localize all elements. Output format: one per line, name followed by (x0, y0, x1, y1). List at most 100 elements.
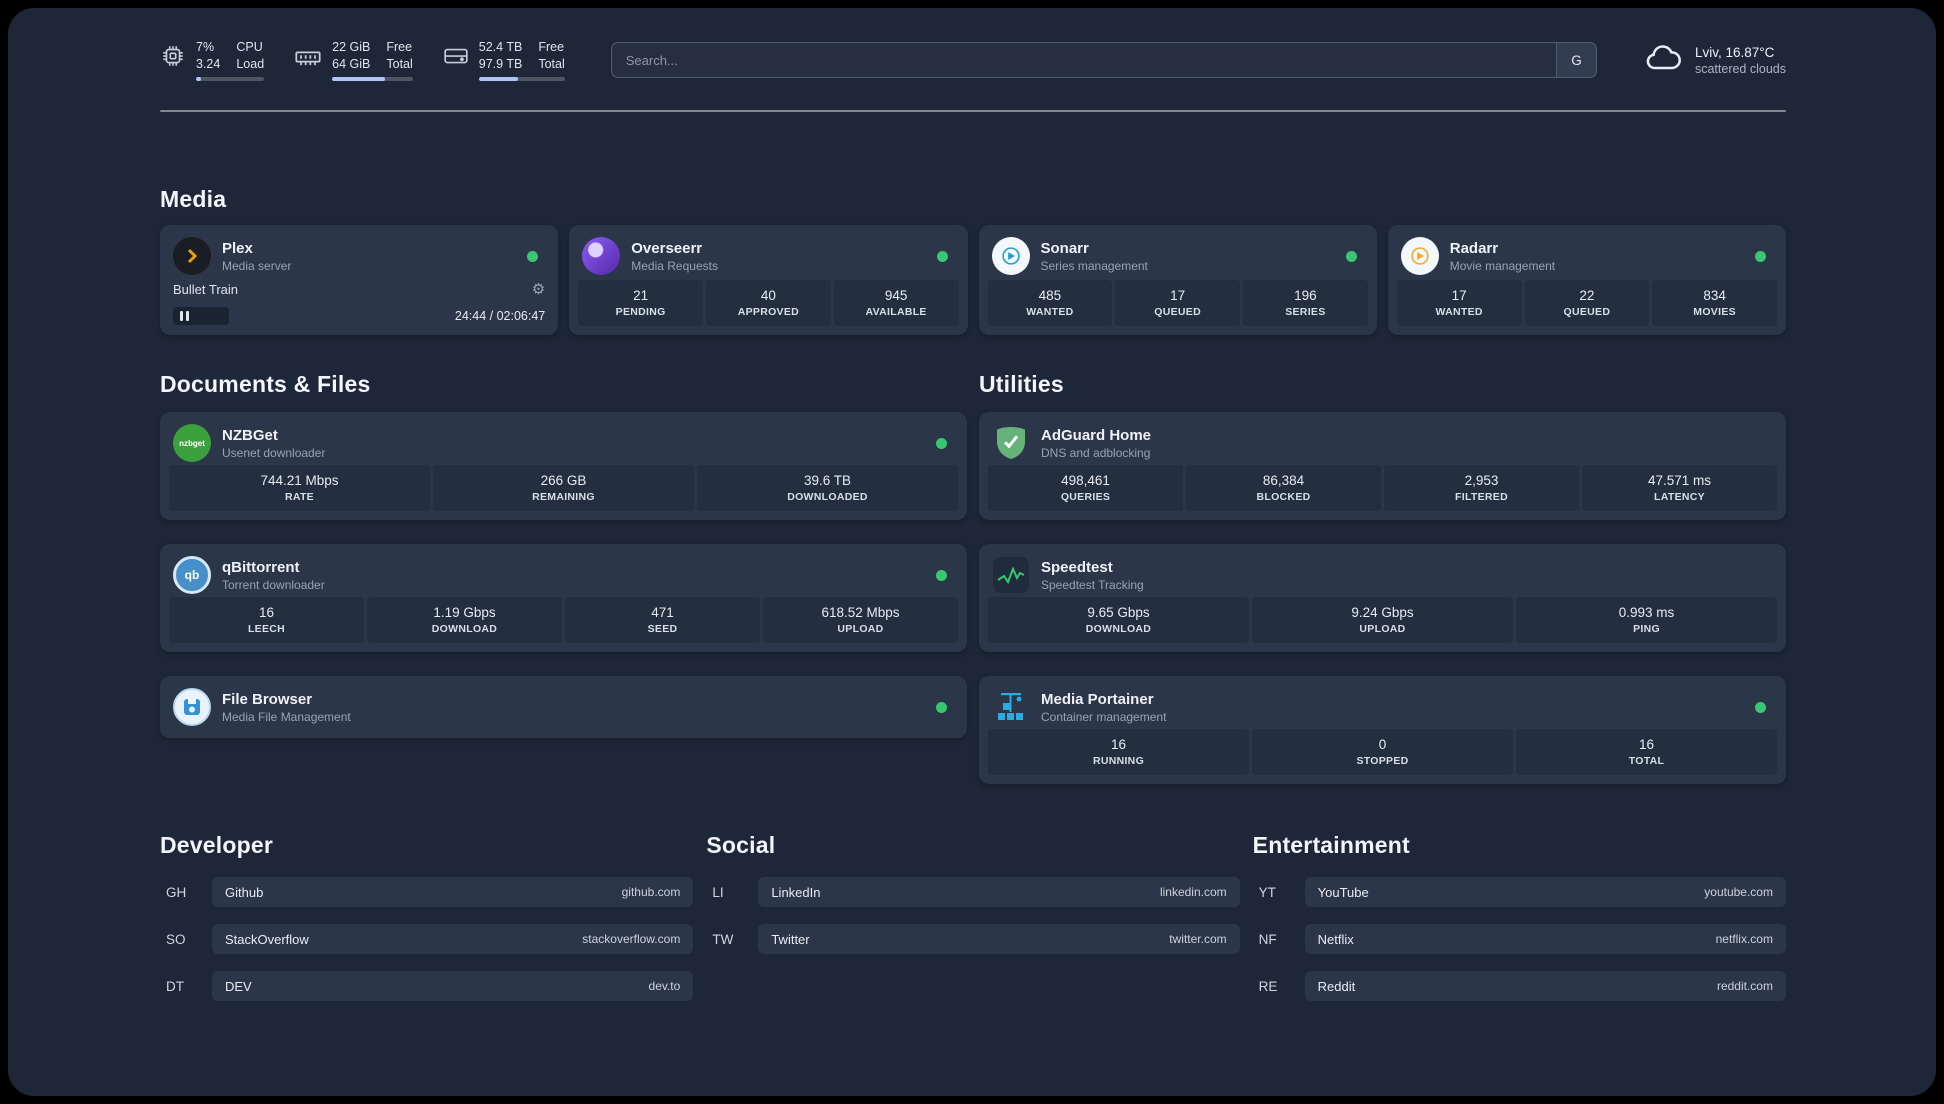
stat-label: UPLOAD (837, 623, 884, 635)
ram-metric: 22 GiB Free 64 GiB Total (332, 39, 413, 82)
bookmark-url: netflix.com (1715, 932, 1773, 946)
stat-box-queries: 498,461 QUERIES (988, 465, 1183, 511)
bookmark-abbr: TW (712, 931, 734, 947)
service-card-nzbget[interactable]: nzbget NZBGet Usenet downloader 744.21 M… (160, 412, 967, 520)
stat-value: 17 (1170, 288, 1186, 303)
stat-label: RUNNING (1092, 755, 1145, 767)
documents-column: Documents & Files nzbget NZBGet Usenet d… (160, 335, 967, 784)
stat-box-blocked: 86,384 BLOCKED (1186, 465, 1381, 511)
bookmark-twitter[interactable]: TW Twitter twitter.com (706, 924, 1240, 954)
service-card-speedtest[interactable]: Speedtest Speedtest Tracking 9.65 Gbps D… (979, 544, 1786, 652)
service-subtitle: Media File Management (222, 709, 351, 724)
search-bar: G (610, 42, 1597, 78)
stat-value: 16 (1638, 737, 1655, 752)
bookmark-url: youtube.com (1704, 885, 1773, 899)
service-card-sonarr[interactable]: Sonarr Series management 485 WANTED 17 Q… (978, 225, 1377, 335)
stat-label: APPROVED (737, 306, 800, 318)
stat-box-downloaded: 39.6 TB DOWNLOADED (697, 465, 958, 511)
stat-label: SEED (647, 623, 678, 635)
stat-value: 945 (884, 288, 908, 303)
bookmark-url: dev.to (648, 979, 681, 993)
stat-label: MOVIES (1693, 306, 1736, 318)
stat-label: QUEUED (1563, 306, 1611, 318)
service-subtitle: Torrent downloader (222, 577, 325, 592)
disk-metric: 52.4 TB Free 97.9 TB Total (478, 39, 565, 82)
bookmark-dev[interactable]: DT DEV dev.to (160, 971, 694, 1001)
stat-value: 9.24 Gbps (1351, 605, 1414, 620)
search-engine-button[interactable]: G (1555, 43, 1596, 77)
bookmarks-grid: Developer GH Github github.com SO StackO… (160, 832, 1786, 1018)
section-title-media: Media (160, 186, 227, 212)
bookmark-url: linkedin.com (1159, 885, 1227, 899)
stat-value: 86,384 (1262, 473, 1305, 488)
disk-free-value: 52.4 TB (478, 39, 523, 54)
disk-widget: 52.4 TB Free 97.9 TB Total (443, 39, 565, 82)
service-card-filebrowser[interactable]: File Browser Media File Management (160, 676, 967, 738)
stats-row: 17 WANTED 22 QUEUED 834 MOVIES (1396, 280, 1777, 326)
bookmark-name: YouTube (1317, 884, 1369, 900)
bookmark-name: StackOverflow (225, 931, 309, 947)
service-card-plex[interactable]: Plex Media server Bullet Train ⚙ 24:44 /… (160, 225, 559, 335)
stat-box-remaining: 266 GB REMAINING (433, 465, 694, 511)
service-card-qbittorrent[interactable]: qb qBittorrent Torrent downloader 16 LEE… (160, 544, 967, 652)
status-dot (527, 250, 539, 262)
plex-icon (173, 237, 211, 275)
status-dot (936, 437, 947, 449)
utilities-column: Utilities AdGuard Home DNS and adblockin… (979, 335, 1786, 784)
bookmark-abbr: SO (166, 931, 186, 947)
weather-widget[interactable]: Lviv, 16.87°C scattered clouds (1643, 38, 1786, 83)
stats-row: 16 RUNNING 0 STOPPED 16 TOTAL (988, 729, 1777, 775)
bookmark-abbr: LI (712, 884, 724, 900)
top-bar: 7% CPU 3.24 Load 22 GiB Free 64 GiB Tota… (160, 38, 1786, 82)
bookmark-url: twitter.com (1169, 932, 1227, 946)
stat-value: 17 (1451, 288, 1467, 303)
bookmark-github[interactable]: GH Github github.com (160, 877, 694, 907)
stat-value: 0.993 ms (1618, 605, 1675, 620)
service-name: File Browser (222, 690, 313, 708)
stat-value: 834 (1703, 288, 1726, 303)
service-card-overseerr[interactable]: Overseerr Media Requests 21 PENDING 40 A… (569, 225, 968, 335)
bookmark-youtube[interactable]: YT YouTube youtube.com (1253, 877, 1786, 907)
bookmark-stackoverflow[interactable]: SO StackOverflow stackoverflow.com (160, 924, 694, 954)
bookmark-netflix[interactable]: NF Netflix netflix.com (1253, 924, 1786, 954)
media-grid: Plex Media server Bullet Train ⚙ 24:44 /… (160, 225, 1786, 335)
service-name: Sonarr (1040, 239, 1089, 257)
stats-row: 744.21 Mbps RATE 266 GB REMAINING 39.6 T… (169, 465, 958, 511)
qbittorrent-icon-text: qb (184, 568, 200, 582)
bookmarks-developer: Developer GH Github github.com SO StackO… (160, 832, 694, 1018)
bookmark-name: Github (225, 884, 264, 900)
stat-label: LATENCY (1654, 491, 1705, 503)
status-dot (1755, 250, 1766, 262)
stat-box-running: 16 RUNNING (988, 729, 1249, 775)
service-subtitle: Media Requests (631, 258, 718, 273)
search-input[interactable] (610, 42, 1597, 78)
stat-box-available: 945 AVAILABLE (833, 280, 959, 326)
disk-icon (443, 43, 469, 74)
middle-grid: Documents & Files nzbget NZBGet Usenet d… (160, 335, 1786, 784)
service-card-radarr[interactable]: Radarr Movie management 17 WANTED 22 QUE… (1387, 225, 1786, 335)
service-card-adguard[interactable]: AdGuard Home DNS and adblocking 498,461 … (979, 412, 1786, 520)
service-subtitle: Movie management (1449, 258, 1556, 273)
stat-box-series: 196 SERIES (1243, 280, 1368, 326)
stat-value: 196 (1294, 288, 1317, 303)
bookmark-linkedin[interactable]: LI LinkedIn linkedin.com (706, 877, 1240, 907)
bookmark-abbr: RE (1258, 978, 1278, 994)
service-card-portainer[interactable]: Media Portainer Container management 16 … (979, 676, 1786, 784)
stat-box-queued: 22 QUEUED (1524, 280, 1650, 326)
pause-button[interactable] (173, 307, 229, 325)
plex-now-playing: Bullet Train ⚙ 24:44 / 02:06:47 (169, 278, 549, 326)
cpu-widget: 7% CPU 3.24 Load (160, 39, 265, 82)
stat-box-filtered: 2,953 FILTERED (1384, 465, 1579, 511)
bookmark-abbr: DT (166, 978, 184, 994)
stat-value: 2,953 (1464, 473, 1499, 488)
status-dot (936, 250, 948, 262)
stat-value: 22 (1579, 288, 1595, 303)
bookmark-reddit[interactable]: RE Reddit reddit.com (1253, 971, 1786, 1001)
radarr-icon (1400, 237, 1439, 275)
gear-icon[interactable]: ⚙ (532, 280, 545, 298)
qbittorrent-icon: qb (173, 556, 211, 594)
stat-value: 618.52 Mbps (821, 605, 900, 620)
stat-box-seed: 471 SEED (565, 597, 760, 643)
stat-box-wanted: 485 WANTED (987, 280, 1113, 326)
disk-usage-bar (478, 77, 565, 82)
